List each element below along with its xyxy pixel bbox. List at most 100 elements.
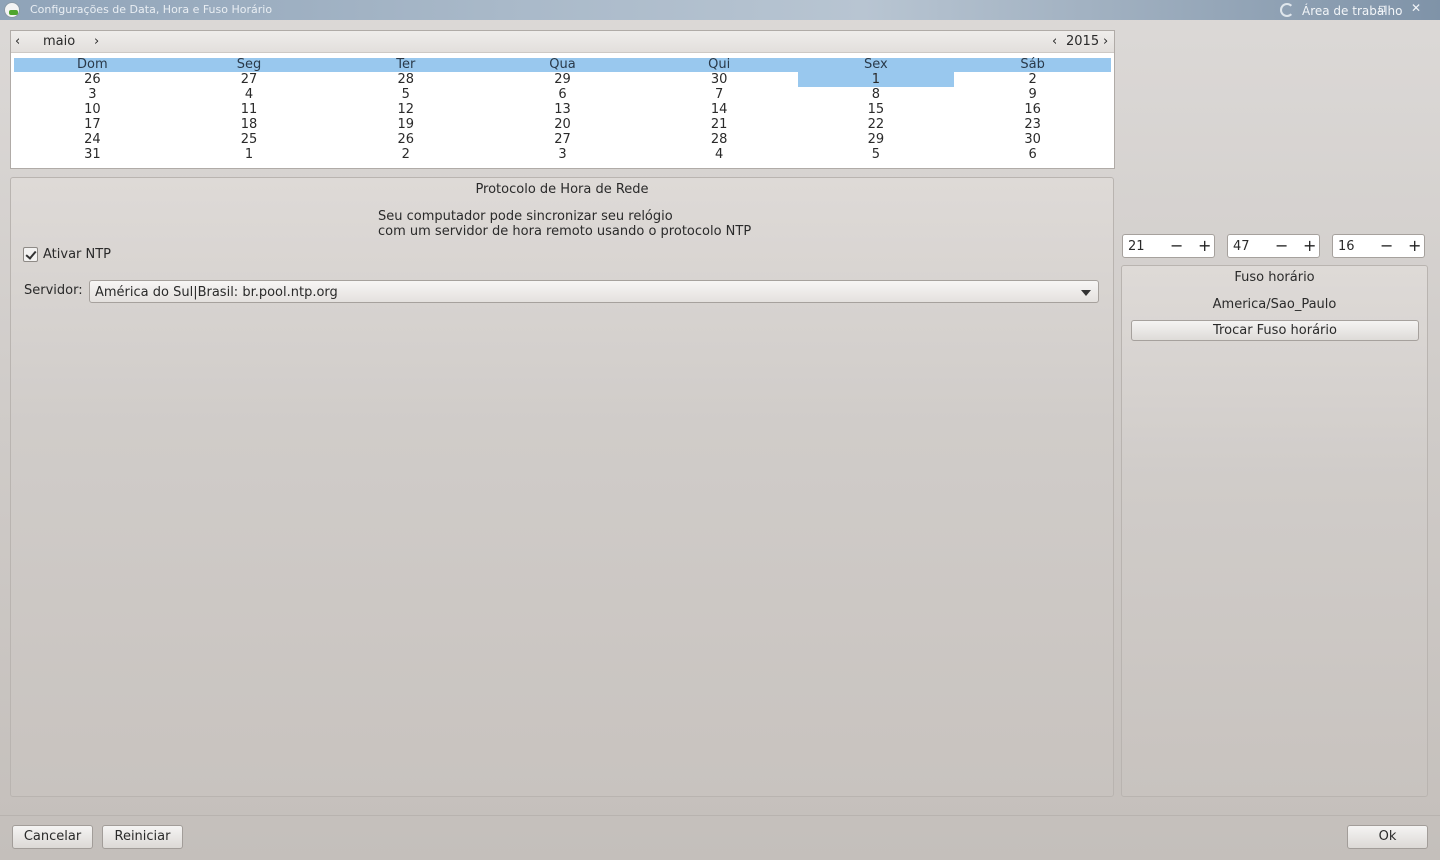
- calendar-week-row: 31 1 2 3 4 5 6: [14, 147, 1111, 162]
- restore-window-icon[interactable]: ▫: [1378, 0, 1386, 16]
- hours-value[interactable]: 21: [1128, 239, 1145, 254]
- calendar-day[interactable]: 3: [484, 147, 641, 162]
- ntp-description-line: com um servidor de hora remoto usando o …: [378, 224, 752, 239]
- minutes-increment-icon[interactable]: +: [1303, 236, 1316, 256]
- ok-button[interactable]: Ok: [1347, 825, 1428, 849]
- calendar-day[interactable]: 25: [171, 132, 328, 147]
- next-month-icon[interactable]: ›: [94, 34, 99, 49]
- server-dropdown[interactable]: América do Sul|Brasil: br.pool.ntp.org: [89, 280, 1099, 303]
- calendar-day[interactable]: 16: [954, 102, 1111, 117]
- calendar-day[interactable]: 20: [484, 117, 641, 132]
- title-bar: Configurações de Data, Hora e Fuso Horár…: [0, 0, 1440, 20]
- calendar-day-selected[interactable]: 1: [797, 72, 955, 87]
- calendar-day[interactable]: 6: [484, 87, 641, 102]
- calendar-week-row: 26 27 28 29 30 1 2: [14, 72, 1111, 87]
- calendar-day[interactable]: 29: [798, 132, 955, 147]
- calendar-day[interactable]: 2: [954, 72, 1111, 87]
- calendar-day[interactable]: 5: [798, 147, 955, 162]
- calendar-day[interactable]: 28: [641, 132, 798, 147]
- hours-decrement-icon[interactable]: −: [1170, 236, 1183, 256]
- calendar-day[interactable]: 18: [171, 117, 328, 132]
- change-timezone-button[interactable]: Trocar Fuso horário: [1131, 320, 1419, 341]
- calendar-day[interactable]: 9: [954, 87, 1111, 102]
- seconds-decrement-icon[interactable]: −: [1380, 236, 1393, 256]
- weekday-header: Sex: [797, 58, 955, 72]
- minutes-decrement-icon[interactable]: −: [1275, 236, 1288, 256]
- weekday-header: Seg: [170, 58, 328, 72]
- calendar-navigation: ‹ maio › ‹ 2015 ›: [11, 31, 1114, 53]
- seconds-value[interactable]: 16: [1338, 239, 1355, 254]
- calendar-grid: Dom Seg Ter Qua Qui Sex Sáb 26 27 28 29 …: [14, 58, 1111, 162]
- workspace-label[interactable]: Área de trabalho: [1302, 4, 1403, 18]
- enable-ntp-checkbox[interactable]: Ativar NTP: [23, 247, 111, 262]
- prev-month-icon[interactable]: ‹: [15, 34, 20, 49]
- weekday-header: Sáb: [954, 58, 1111, 72]
- calendar-week-row: 10 11 12 13 14 15 16: [14, 102, 1111, 117]
- checkmark-icon[interactable]: [23, 247, 38, 262]
- calendar-day[interactable]: 28: [327, 72, 484, 87]
- workspace-icon: [1280, 3, 1294, 17]
- minutes-spinner[interactable]: 47 − +: [1227, 234, 1320, 258]
- ntp-panel: Protocolo de Hora de Rede Seu computador…: [10, 177, 1114, 797]
- server-label: Servidor:: [24, 283, 83, 298]
- seconds-increment-icon[interactable]: +: [1408, 236, 1421, 256]
- calendar-day[interactable]: 30: [641, 72, 798, 87]
- calendar-day[interactable]: 10: [14, 102, 171, 117]
- calendar-day[interactable]: 4: [641, 147, 798, 162]
- calendar-day[interactable]: 30: [954, 132, 1111, 147]
- calendar-day[interactable]: 22: [798, 117, 955, 132]
- weekday-header: Ter: [327, 58, 485, 72]
- cancel-button[interactable]: Cancelar: [12, 825, 93, 849]
- year-label[interactable]: 2015: [1066, 34, 1099, 49]
- calendar-day[interactable]: 24: [14, 132, 171, 147]
- timezone-title: Fuso horário: [1234, 270, 1315, 285]
- calendar-week-row: 3 4 5 6 7 8 9: [14, 87, 1111, 102]
- ntp-description: Seu computador pode sincronizar seu reló…: [378, 209, 751, 239]
- calendar-day[interactable]: 5: [327, 87, 484, 102]
- calendar-day[interactable]: 26: [14, 72, 171, 87]
- calendar: ‹ maio › ‹ 2015 › Dom Seg Ter Qua Qui Se…: [10, 30, 1115, 169]
- reset-button[interactable]: Reiniciar: [102, 825, 183, 849]
- calendar-day[interactable]: 12: [327, 102, 484, 117]
- calendar-day[interactable]: 14: [641, 102, 798, 117]
- calendar-day[interactable]: 26: [327, 132, 484, 147]
- calendar-day[interactable]: 27: [171, 72, 328, 87]
- calendar-day[interactable]: 29: [484, 72, 641, 87]
- calendar-day[interactable]: 17: [14, 117, 171, 132]
- calendar-day[interactable]: 3: [14, 87, 171, 102]
- weekday-header: Qui: [640, 58, 798, 72]
- app-icon: [4, 2, 20, 18]
- calendar-day[interactable]: 7: [641, 87, 798, 102]
- calendar-day[interactable]: 8: [798, 87, 955, 102]
- calendar-day[interactable]: 19: [327, 117, 484, 132]
- seconds-spinner[interactable]: 16 − +: [1332, 234, 1425, 258]
- calendar-week-row: 17 18 19 20 21 22 23: [14, 117, 1111, 132]
- prev-year-icon[interactable]: ‹: [1052, 34, 1057, 49]
- server-value: América do Sul|Brasil: br.pool.ntp.org: [95, 285, 338, 300]
- calendar-day[interactable]: 4: [171, 87, 328, 102]
- month-label[interactable]: maio: [43, 34, 75, 49]
- enable-ntp-label: Ativar NTP: [43, 247, 112, 262]
- window-title: Configurações de Data, Hora e Fuso Horár…: [30, 3, 273, 16]
- timezone-panel: Fuso horário America/Sao_Paulo Trocar Fu…: [1121, 265, 1428, 797]
- hours-spinner[interactable]: 21 − +: [1122, 234, 1215, 258]
- calendar-day[interactable]: 21: [641, 117, 798, 132]
- calendar-day[interactable]: 11: [171, 102, 328, 117]
- calendar-day[interactable]: 1: [171, 147, 328, 162]
- minutes-value[interactable]: 47: [1233, 239, 1250, 254]
- calendar-day[interactable]: 31: [14, 147, 171, 162]
- calendar-day[interactable]: 13: [484, 102, 641, 117]
- calendar-week-row: 24 25 26 27 28 29 30: [14, 132, 1111, 147]
- next-year-icon[interactable]: ›: [1103, 34, 1108, 49]
- dropdown-arrow-icon: [1081, 290, 1091, 296]
- calendar-day[interactable]: 15: [798, 102, 955, 117]
- calendar-day[interactable]: 6: [954, 147, 1111, 162]
- calendar-day[interactable]: 2: [327, 147, 484, 162]
- weekday-header: Dom: [14, 58, 171, 72]
- ntp-title: Protocolo de Hora de Rede: [475, 182, 649, 197]
- calendar-day[interactable]: 27: [484, 132, 641, 147]
- hours-increment-icon[interactable]: +: [1198, 236, 1211, 256]
- weekday-header: Qua: [484, 58, 641, 72]
- calendar-day[interactable]: 23: [954, 117, 1111, 132]
- close-window-icon[interactable]: ✕: [1411, 0, 1421, 16]
